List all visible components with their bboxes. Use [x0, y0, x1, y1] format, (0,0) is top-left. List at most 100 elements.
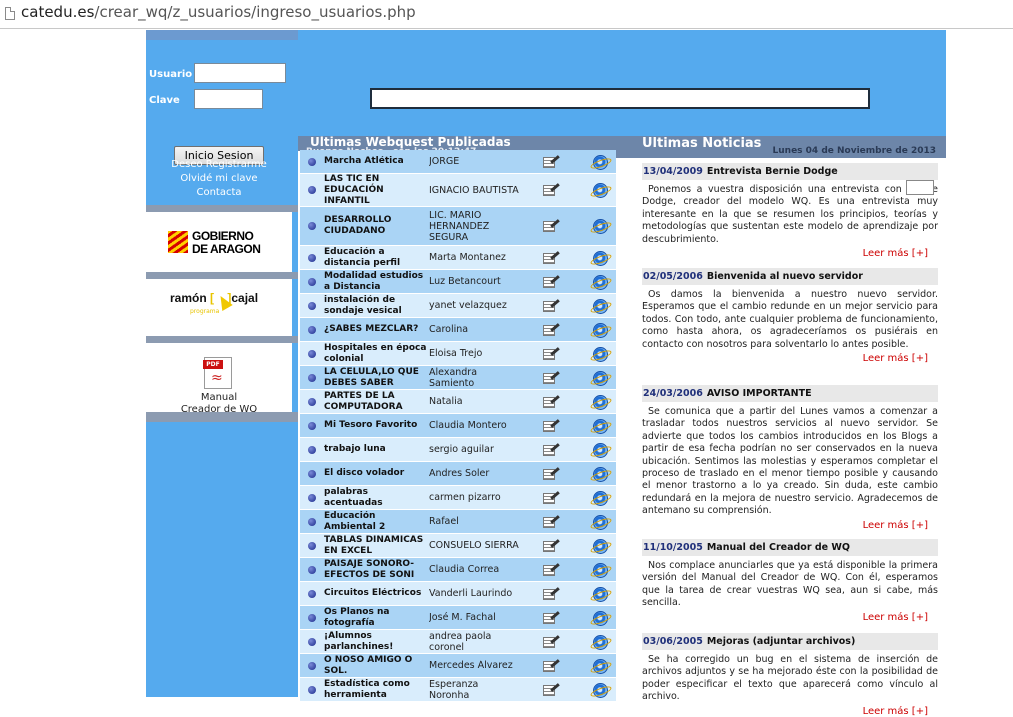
edit-document-icon[interactable]: [543, 635, 560, 649]
edit-document-icon[interactable]: [543, 251, 560, 265]
webquest-title[interactable]: LAS TIC EN EDUCACIÓN INFANTIL: [324, 174, 428, 206]
webquest-row[interactable]: PARTES DE LA COMPUTADORA Natalia: [300, 390, 616, 413]
view-in-browser-icon[interactable]: [593, 219, 608, 234]
webquest-row[interactable]: Circuitos Eléctricos Vanderli Laurindo: [300, 582, 616, 605]
view-in-browser-icon[interactable]: [593, 539, 608, 554]
view-in-browser-icon[interactable]: [593, 275, 608, 290]
webquest-row[interactable]: Estadística como herramienta Esperanza No…: [300, 678, 616, 701]
password-input[interactable]: [194, 89, 263, 109]
webquest-row[interactable]: Mi Tesoro Favorito Claudia Montero: [300, 414, 616, 437]
webquest-title[interactable]: Educación Ambiental 2: [324, 511, 428, 533]
view-in-browser-icon[interactable]: [593, 467, 608, 482]
ramon-y-cajal-logo[interactable]: ramón [ ]cajal programa: [146, 279, 292, 336]
webquest-row[interactable]: ¿SABES MEZCLAR? Carolina: [300, 318, 616, 341]
webquest-row[interactable]: Educación Ambiental 2 Rafael: [300, 510, 616, 533]
edit-document-icon[interactable]: [543, 587, 560, 601]
edit-document-icon[interactable]: [543, 419, 560, 433]
webquest-title[interactable]: Os Planos na fotografía: [324, 607, 428, 629]
edit-document-icon[interactable]: [543, 347, 560, 361]
webquest-row[interactable]: DESARROLLO CIUDADANO LIC. MARIO HERNANDEZ…: [300, 207, 616, 245]
edit-document-icon[interactable]: [543, 155, 560, 169]
webquest-row[interactable]: instalación de sondaje vesical yanet vela…: [300, 294, 616, 317]
view-in-browser-icon[interactable]: [593, 419, 608, 434]
webquest-row[interactable]: O NOSO AMIGO O SOL. Mercedes Álvarez: [300, 654, 616, 677]
webquest-title[interactable]: Educación a distancia perfil: [324, 247, 428, 269]
edit-document-icon[interactable]: [543, 371, 560, 385]
edit-document-icon[interactable]: [543, 395, 560, 409]
edit-document-icon[interactable]: [543, 539, 560, 553]
view-in-browser-icon[interactable]: [593, 611, 608, 626]
view-in-browser-icon[interactable]: [593, 299, 608, 314]
forgot-password-link[interactable]: Olvidé mi clave: [146, 173, 292, 184]
url-text[interactable]: catedu.es/crear_wq/z_usuarios/ingreso_us…: [21, 3, 416, 21]
webquest-row[interactable]: Educación a distancia perfil Marta Montan…: [300, 246, 616, 269]
webquest-row[interactable]: El disco volador Andres Soler: [300, 462, 616, 485]
edit-document-icon[interactable]: [543, 467, 560, 481]
view-in-browser-icon[interactable]: [593, 587, 608, 602]
view-in-browser-icon[interactable]: [593, 347, 608, 362]
webquest-row[interactable]: TABLAS DINAMICAS EN EXCEL CONSUELO SIERRA: [300, 534, 616, 557]
edit-document-icon[interactable]: [543, 515, 560, 529]
edit-document-icon[interactable]: [543, 683, 560, 697]
manual-download[interactable]: PDF ≈ Manual Creador de WQ: [146, 343, 292, 419]
view-in-browser-icon[interactable]: [593, 183, 608, 198]
webquest-row[interactable]: LAS TIC EN EDUCACIÓN INFANTIL IGNACIO BAU…: [300, 174, 616, 206]
webquest-row[interactable]: Modalidad estudios a Distancia Luz Betanc…: [300, 270, 616, 293]
view-in-browser-icon[interactable]: [593, 635, 608, 650]
webquest-title[interactable]: Estadística como herramienta: [324, 679, 428, 701]
webquest-row[interactable]: Marcha Atlética JORGE: [300, 150, 616, 173]
edit-document-icon[interactable]: [543, 611, 560, 625]
contact-link[interactable]: Contacta: [146, 187, 292, 198]
view-in-browser-icon[interactable]: [593, 491, 608, 506]
webquest-title[interactable]: instalación de sondaje vesical: [324, 295, 428, 317]
webquest-row[interactable]: LA CÉLULA,LO QUE DEBES SABER Alexandra Sa…: [300, 366, 616, 389]
view-in-browser-icon[interactable]: [593, 563, 608, 578]
user-input[interactable]: [194, 63, 286, 83]
webquest-row[interactable]: palabras acentuadas carmen pizarro: [300, 486, 616, 509]
edit-document-icon[interactable]: [543, 323, 560, 337]
edit-document-icon[interactable]: [543, 563, 560, 577]
view-in-browser-icon[interactable]: [593, 395, 608, 410]
address-bar[interactable]: catedu.es/crear_wq/z_usuarios/ingreso_us…: [0, 0, 1013, 29]
view-in-browser-icon[interactable]: [593, 251, 608, 266]
view-in-browser-icon[interactable]: [593, 323, 608, 338]
webquest-title[interactable]: DESARROLLO CIUDADANO: [324, 215, 428, 237]
webquest-title[interactable]: El disco volador: [324, 468, 428, 479]
read-more-link[interactable]: Leer más [+]: [642, 612, 938, 623]
webquest-row[interactable]: ¡Alumnos parlanchines! andrea paola coron…: [300, 630, 616, 653]
webquest-title[interactable]: TABLAS DINAMICAS EN EXCEL: [324, 535, 428, 557]
read-more-link[interactable]: Leer más [+]: [642, 706, 938, 717]
webquest-title[interactable]: Mi Tesoro Favorito: [324, 420, 428, 431]
webquest-row[interactable]: Hospitales en época colonial Eloisa Trejo: [300, 342, 616, 365]
webquest-title[interactable]: Modalidad estudios a Distancia: [324, 271, 428, 293]
view-in-browser-icon[interactable]: [593, 683, 608, 698]
webquest-row[interactable]: Os Planos na fotografía José M. Fachal: [300, 606, 616, 629]
webquest-title[interactable]: PAISAJE SONORO-EFECTOS DE SONI: [324, 559, 428, 581]
webquest-row[interactable]: trabajo luna sergio aguilar: [300, 438, 616, 461]
edit-document-icon[interactable]: [543, 275, 560, 289]
edit-document-icon[interactable]: [543, 183, 560, 197]
edit-document-icon[interactable]: [543, 299, 560, 313]
edit-document-icon[interactable]: [543, 659, 560, 673]
edit-document-icon[interactable]: [543, 443, 560, 457]
view-in-browser-icon[interactable]: [593, 155, 608, 170]
view-in-browser-icon[interactable]: [593, 443, 608, 458]
webquest-title[interactable]: O NOSO AMIGO O SOL.: [324, 655, 428, 677]
webquest-title[interactable]: palabras acentuadas: [324, 487, 428, 509]
webquest-title[interactable]: trabajo luna: [324, 444, 428, 455]
register-link[interactable]: Deseo Registrarme: [146, 159, 292, 170]
webquest-title[interactable]: Hospitales en época colonial: [324, 343, 428, 365]
read-more-link[interactable]: Leer más [+]: [642, 248, 938, 259]
webquest-title[interactable]: ¿SABES MEZCLAR?: [324, 324, 428, 335]
edit-document-icon[interactable]: [543, 491, 560, 505]
webquest-title[interactable]: Circuitos Eléctricos: [324, 588, 428, 599]
read-more-link[interactable]: Leer más [+]: [642, 520, 938, 531]
webquest-row[interactable]: PAISAJE SONORO-EFECTOS DE SONI Claudia Co…: [300, 558, 616, 581]
view-in-browser-icon[interactable]: [593, 371, 608, 386]
view-in-browser-icon[interactable]: [593, 659, 608, 674]
webquest-title[interactable]: LA CÉLULA,LO QUE DEBES SABER: [324, 367, 428, 389]
webquest-title[interactable]: Marcha Atlética: [324, 156, 428, 167]
edit-document-icon[interactable]: [543, 219, 560, 233]
gobierno-aragon-logo[interactable]: GOBIERNO DE ARAGON: [146, 212, 292, 272]
read-more-link[interactable]: Leer más [+]: [642, 353, 938, 364]
